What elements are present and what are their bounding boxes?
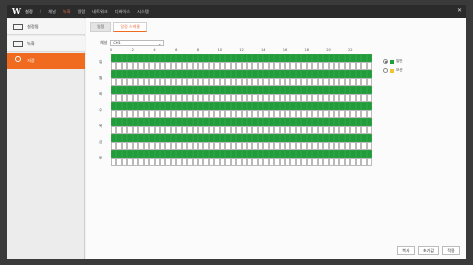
menu-item[interactable]: 채널 <box>48 9 56 15</box>
tab-bar: 일정 일정 스케줄 <box>90 22 149 32</box>
schedule-row[interactable] <box>111 158 372 166</box>
schedule-cell[interactable] <box>366 110 372 118</box>
day-label: 월 <box>99 76 103 80</box>
disk-shape <box>15 55 21 62</box>
hour-label: 14 <box>260 48 266 52</box>
schedule-cell[interactable] <box>366 78 372 86</box>
hour-label: 20 <box>326 48 331 52</box>
channel-row: 채널 CH1 ⌄ <box>100 40 165 46</box>
hour-label: 10 <box>217 48 223 52</box>
main-content: 일정 일정 스케줄 채널 CH1 ⌄ 0 2 4 6 8 10 12 14 16 18 20 22 일월… <box>86 18 466 259</box>
top-menu: 설정 / 채널 녹화 알람 네트워크 디바이스 시스템 <box>25 5 156 18</box>
menu-item[interactable]: 시스템 <box>137 9 149 15</box>
channel-value: CH1 <box>113 41 121 45</box>
schedule-cell[interactable] <box>366 94 372 102</box>
menu-item[interactable]: 디바이스 <box>115 9 130 15</box>
footer-button-0[interactable]: 복사 <box>396 246 415 255</box>
settings-window: W 설정 / 채널 녹화 알람 네트워크 디바이스 시스템 ✕ 설정됨 녹화 저장 일정 일정 스케… <box>7 5 466 259</box>
radio-button[interactable] <box>383 68 388 73</box>
schedule-cell[interactable] <box>366 102 372 110</box>
schedule-row[interactable] <box>111 102 372 110</box>
schedule-cell[interactable] <box>366 126 372 134</box>
schedule-row[interactable] <box>111 78 372 86</box>
day-label: 토 <box>99 156 103 160</box>
day-label: 금 <box>99 140 103 144</box>
schedule-cell[interactable] <box>366 54 372 62</box>
menu-item[interactable]: 알람 <box>78 9 86 15</box>
footer-button-2[interactable]: 적용 <box>442 246 460 255</box>
menu-item[interactable]: 네트워크 <box>92 9 107 15</box>
schedule-row[interactable] <box>111 126 372 134</box>
schedule-row[interactable] <box>111 110 372 118</box>
radio-button[interactable] <box>383 59 388 64</box>
chevron-down-icon: ⌄ <box>158 40 162 46</box>
brand-logo: W <box>12 6 21 16</box>
schedule-cell[interactable] <box>366 150 372 158</box>
camera-icon <box>13 40 23 47</box>
legend-swatch <box>390 59 394 64</box>
legend-label: 일반 <box>396 59 403 63</box>
day-label: 목 <box>99 124 103 128</box>
schedule-cell[interactable] <box>366 134 372 142</box>
disk-icon <box>13 55 23 64</box>
schedule-cell[interactable] <box>366 118 372 126</box>
top-menu-bar: W 설정 / 채널 녹화 알람 네트워크 디바이스 시스템 ✕ <box>7 5 466 18</box>
monitor-icon <box>13 23 23 30</box>
hour-label: 0 <box>109 48 113 52</box>
hour-label: 4 <box>153 48 156 52</box>
schedule-row[interactable] <box>111 70 372 78</box>
day-label: 일 <box>99 60 103 64</box>
sidebar-item-1[interactable]: 녹화 <box>7 36 85 52</box>
hour-label: 12 <box>239 48 244 52</box>
schedule-cell[interactable] <box>366 62 372 70</box>
schedule-cell[interactable] <box>366 86 372 94</box>
hour-label: 22 <box>347 48 353 52</box>
schedule-row[interactable] <box>111 142 372 150</box>
day-label: 수 <box>99 108 103 112</box>
legend: 일반모션 <box>383 59 403 77</box>
menu-item[interactable]: 녹화 <box>63 9 71 15</box>
hour-label: 8 <box>196 48 200 52</box>
sidebar-item-label: 설정됨 <box>27 23 39 29</box>
sidebar-item-0[interactable]: 설정됨 <box>7 19 85 35</box>
channel-select[interactable]: CH1 ⌄ <box>110 40 165 46</box>
schedule-row[interactable] <box>111 118 372 126</box>
schedule-cell[interactable] <box>366 142 372 150</box>
day-label: 화 <box>99 92 103 96</box>
sidebar-item-label: 녹화 <box>27 40 35 46</box>
schedule-row[interactable] <box>111 86 372 94</box>
schedule-cell[interactable] <box>366 70 372 78</box>
schedule-row[interactable] <box>111 94 372 102</box>
hour-label: 18 <box>304 48 310 52</box>
schedule-cell[interactable] <box>366 158 372 166</box>
menu-item[interactable]: 설정 <box>25 9 33 15</box>
hour-label: 6 <box>175 48 178 52</box>
tab-0[interactable]: 일정 <box>90 22 112 32</box>
channel-label: 채널 <box>100 40 108 45</box>
hour-label: 2 <box>131 48 134 52</box>
hour-label: 16 <box>282 48 288 52</box>
legend-label: 모션 <box>396 68 403 72</box>
schedule-row[interactable] <box>111 134 372 142</box>
hour-axis: 0 2 4 6 8 10 12 14 16 18 20 22 <box>109 48 372 53</box>
menu-item: / <box>39 9 42 14</box>
schedule-row[interactable] <box>111 62 372 70</box>
legend-item[interactable]: 일반 <box>383 59 403 64</box>
schedule-row[interactable] <box>111 150 372 158</box>
close-icon[interactable]: ✕ <box>457 7 462 15</box>
sidebar-item-label: 저장 <box>27 57 35 63</box>
tab-1[interactable]: 일정 스케줄 <box>113 22 148 32</box>
sidebar: 설정됨녹화저장 <box>7 18 85 259</box>
footer-buttons: 복사 초기값 적용 <box>394 246 460 255</box>
legend-swatch <box>390 68 394 73</box>
sidebar-item-2[interactable]: 저장 <box>7 53 85 69</box>
schedule-grid[interactable] <box>111 54 372 166</box>
legend-item[interactable]: 모션 <box>383 68 403 73</box>
footer-button-1[interactable]: 초기값 <box>417 246 439 255</box>
schedule-row[interactable] <box>111 54 372 62</box>
